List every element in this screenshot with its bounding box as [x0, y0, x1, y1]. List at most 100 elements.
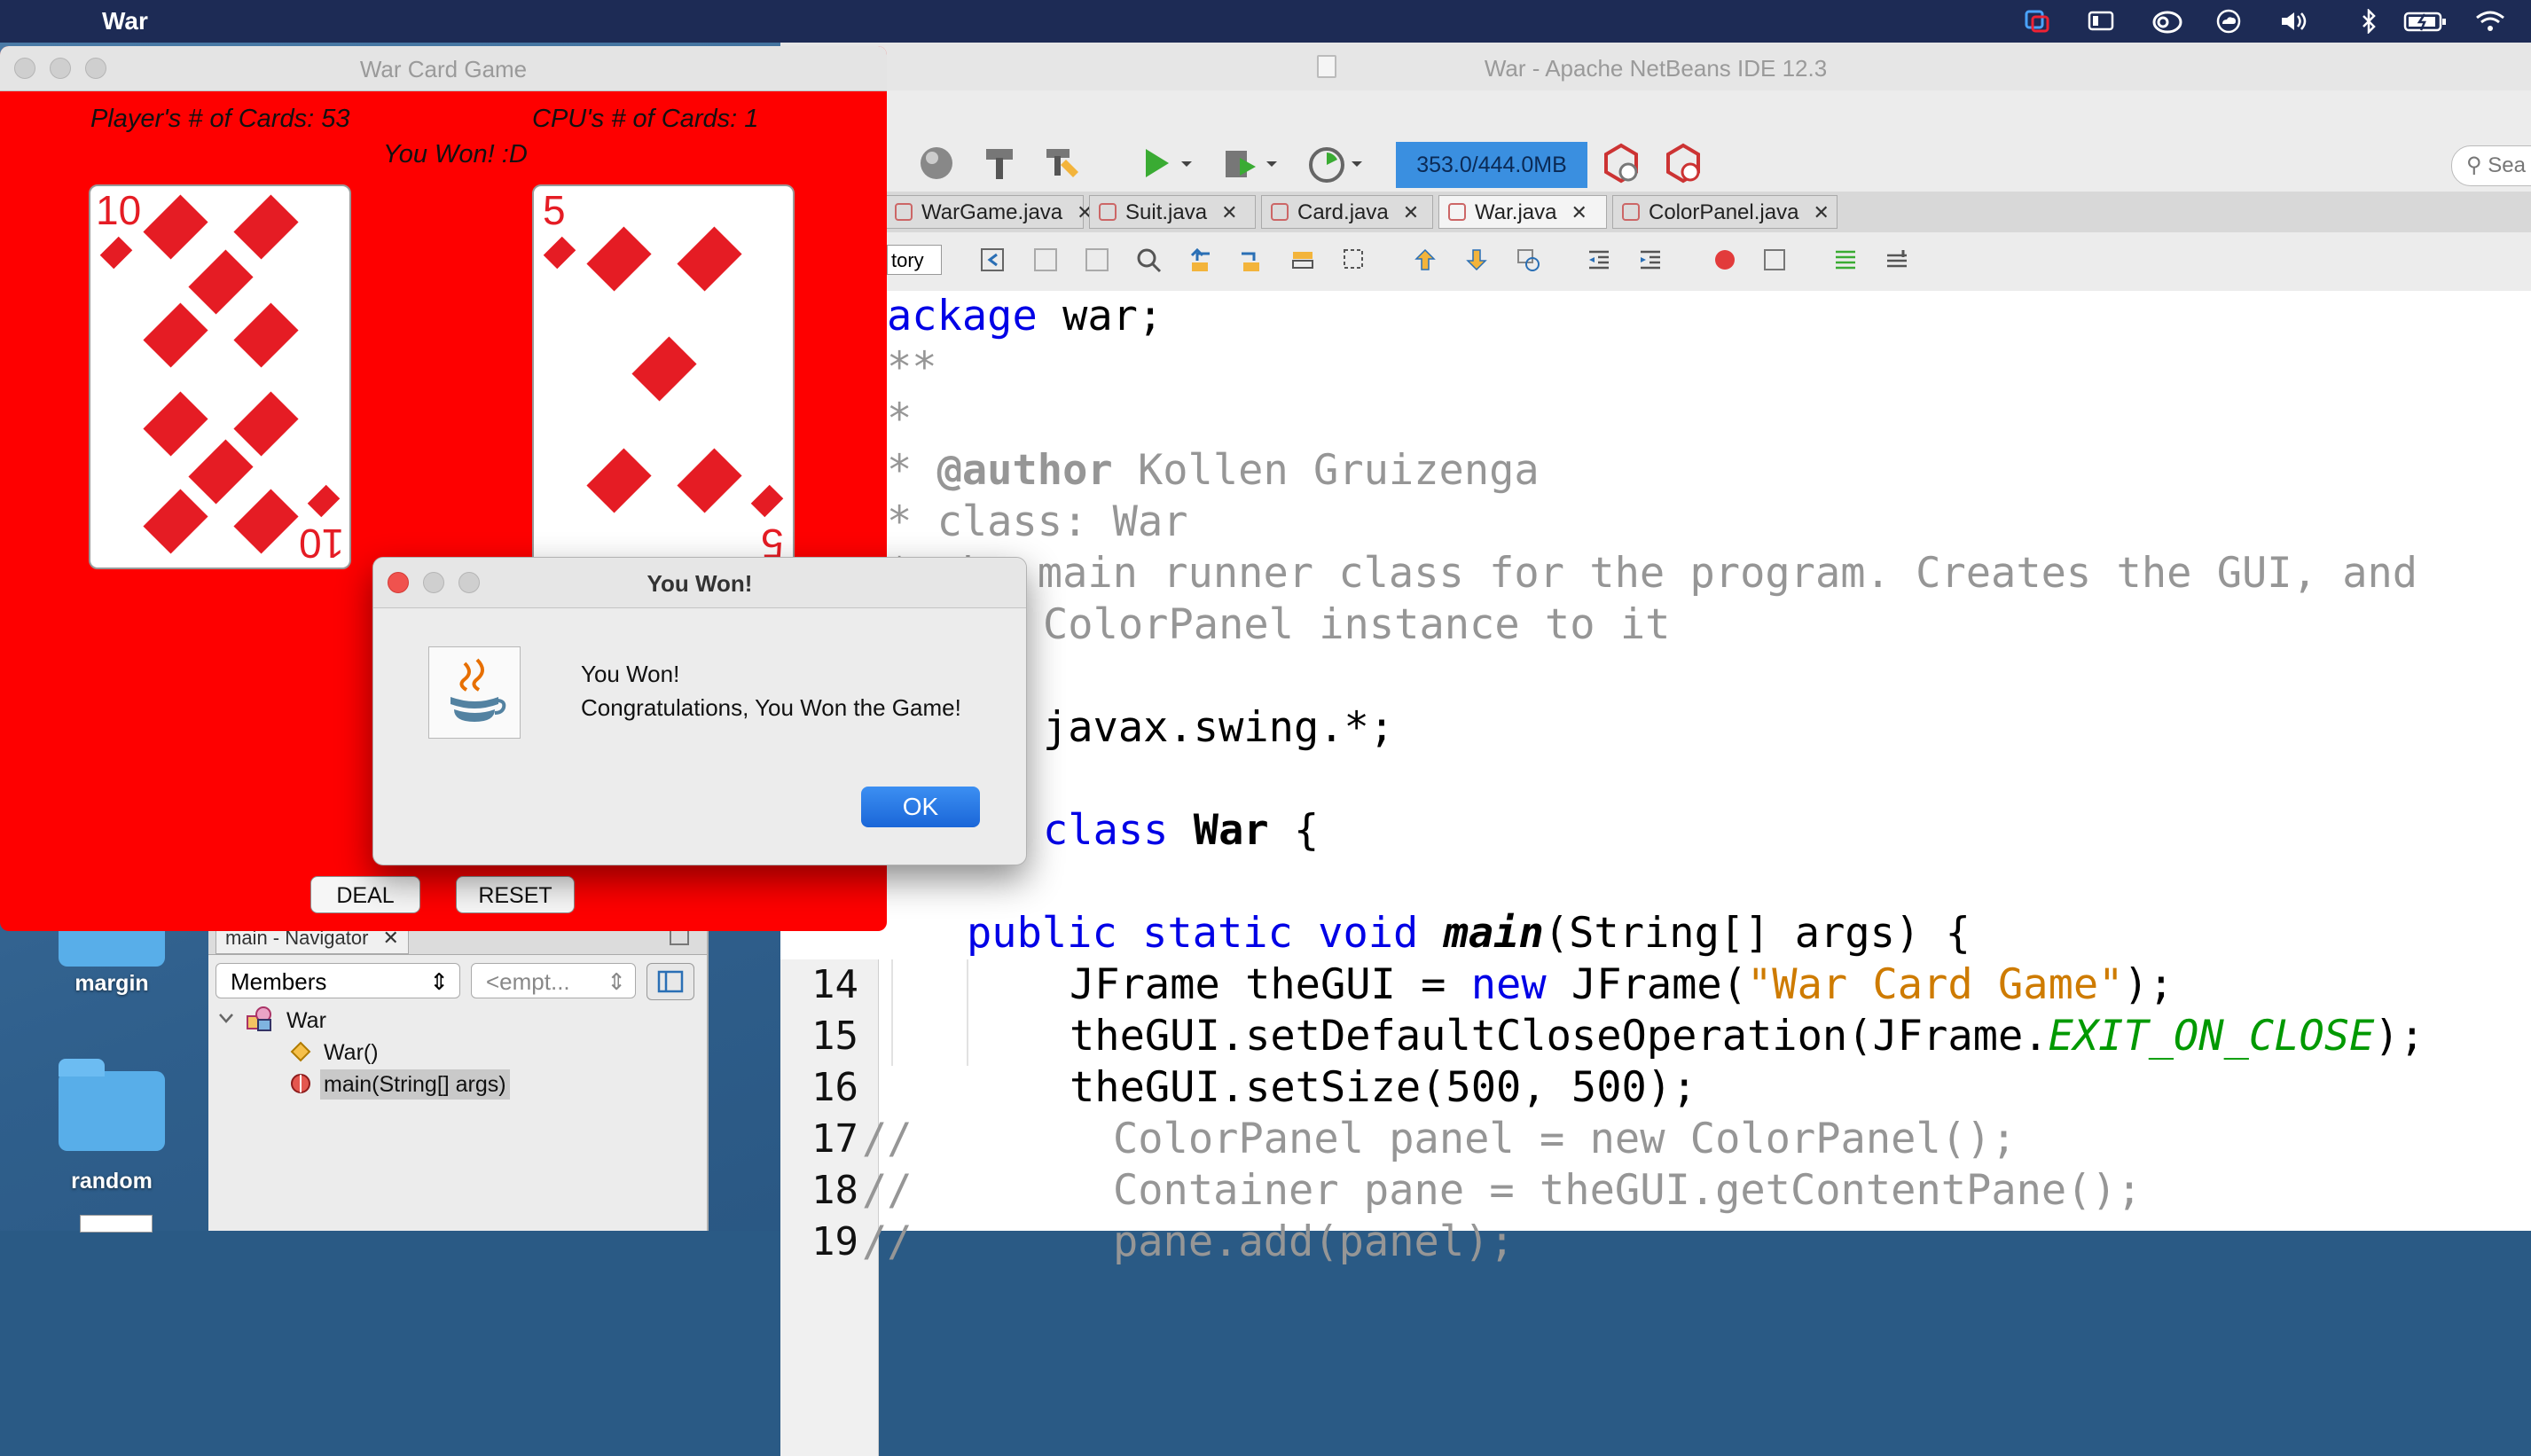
- close-icon[interactable]: ✕: [1813, 201, 1829, 223]
- class-icon: [246, 1006, 274, 1037]
- deal-button[interactable]: DEAL: [310, 876, 420, 913]
- find-icon[interactable]: [1135, 247, 1162, 273]
- code-line: **: [887, 343, 937, 392]
- diamond-pip-icon: [543, 236, 576, 270]
- game-result: You Won! :D: [383, 140, 528, 168]
- code-token: JFrame(: [1546, 960, 1748, 1009]
- tree-item-constructor[interactable]: War(): [324, 1037, 379, 1068]
- search-icon: ⚲: [2466, 153, 2488, 177]
- history-button[interactable]: tory: [887, 245, 942, 275]
- find-previous-icon[interactable]: [1187, 247, 1213, 273]
- diamond-pip-icon: [677, 448, 742, 513]
- toggle-highlight-icon[interactable]: [1289, 247, 1316, 273]
- chevron-down-icon[interactable]: [1178, 142, 1195, 184]
- line-number: 15: [811, 1014, 858, 1059]
- netbeans-titlebar: War - Apache NetBeans IDE 12.3: [780, 43, 2531, 91]
- next-bookmark-icon[interactable]: [1463, 247, 1490, 273]
- toggle-bookmark-icon[interactable]: [1515, 247, 1541, 273]
- tree-item-class[interactable]: War: [286, 1006, 326, 1036]
- prev-bookmark-icon[interactable]: [1412, 247, 1438, 273]
- tab-label: Card.java: [1297, 200, 1389, 224]
- diamond-pip-icon: [750, 484, 784, 518]
- teamviewer-icon[interactable]: [2024, 9, 2050, 34]
- folder-icon[interactable]: [59, 1059, 165, 1151]
- tab-wargame[interactable]: WarGame.java ✕: [885, 195, 1093, 229]
- profiler-snapshot-icon[interactable]: [1662, 142, 1704, 184]
- code-token: "War Card Game": [1747, 960, 2124, 1009]
- line-number: 17: [811, 1116, 858, 1162]
- reset-button[interactable]: RESET: [456, 876, 575, 913]
- rect-select-icon[interactable]: [1341, 247, 1367, 273]
- tree-item-method[interactable]: main(String[] args): [320, 1069, 510, 1100]
- folder-label[interactable]: random: [41, 1169, 183, 1194]
- search-input[interactable]: ⚲ Sea: [2451, 145, 2531, 186]
- menu-bar: War: [0, 0, 2531, 43]
- close-icon[interactable]: ✕: [1571, 201, 1587, 223]
- stop-macro-icon[interactable]: [1761, 247, 1788, 273]
- find-next-icon[interactable]: [1238, 247, 1265, 273]
- tree-expand-icon[interactable]: [217, 1009, 235, 1031]
- code-token: *: [887, 446, 937, 495]
- cloud-icon[interactable]: [2215, 9, 2242, 34]
- tab-label: Suit.java: [1125, 200, 1208, 224]
- diamond-pip-icon: [233, 302, 299, 368]
- wifi-icon[interactable]: [2474, 9, 2506, 34]
- ok-button[interactable]: OK: [861, 787, 980, 827]
- code-editor[interactable]: ackage war; ** * * @author Kollen Gruize…: [780, 291, 2531, 1456]
- code-line: class War {: [1043, 805, 1319, 857]
- java-file-icon: [1622, 203, 1640, 221]
- shift-right-icon[interactable]: [1637, 247, 1664, 273]
- filter-select[interactable]: <empt... ⇕: [471, 963, 636, 998]
- code-line: theGUI.setDefaultCloseOperation(JFrame.E…: [1070, 1011, 2425, 1062]
- battery-icon[interactable]: [2403, 9, 2448, 34]
- dialog-message-line2: Congratulations, You Won the Game!: [581, 694, 961, 721]
- file-thumbnail[interactable]: [80, 1215, 153, 1233]
- last-edit-icon[interactable]: [1084, 247, 1110, 273]
- close-icon[interactable]: ✕: [1221, 201, 1237, 223]
- indent-guide: [891, 959, 893, 1066]
- forward-icon[interactable]: [1032, 247, 1059, 273]
- dialog-message-line1: You Won!: [581, 661, 680, 687]
- tab-war[interactable]: War.java ✕: [1438, 195, 1607, 229]
- members-select[interactable]: Members ⇕: [215, 963, 460, 998]
- you-won-dialog: You Won! You Won! Congratulations, You W…: [372, 557, 1027, 865]
- code-token: class: [1043, 806, 1169, 855]
- build-hammer-icon[interactable]: [979, 142, 1022, 184]
- line-number: 16: [811, 1065, 858, 1110]
- card-rank: 5: [543, 187, 566, 233]
- app-menu-name[interactable]: War: [102, 7, 148, 35]
- run-icon[interactable]: [1135, 142, 1178, 184]
- folder-label[interactable]: margin: [41, 971, 183, 997]
- creative-cloud-icon[interactable]: [2152, 9, 2182, 34]
- clean-build-icon[interactable]: [1041, 142, 1084, 184]
- line-number: 19: [811, 1219, 858, 1264]
- display-icon[interactable]: [2088, 9, 2114, 34]
- card-rank: 10: [96, 187, 142, 233]
- profile-icon[interactable]: [1305, 142, 1348, 184]
- comment-icon[interactable]: [1832, 247, 1859, 273]
- shift-left-icon[interactable]: [1586, 247, 1612, 273]
- java-file-icon: [895, 203, 913, 221]
- code-token: @author: [936, 446, 1113, 495]
- record-macro-icon[interactable]: [1712, 247, 1738, 273]
- bluetooth-icon[interactable]: [2355, 7, 2382, 35]
- close-icon[interactable]: ✕: [1403, 201, 1419, 223]
- chevron-down-icon[interactable]: [1263, 142, 1281, 184]
- tab-suit[interactable]: Suit.java ✕: [1089, 195, 1256, 229]
- tab-colorpanel[interactable]: ColorPanel.java ✕: [1612, 195, 1838, 229]
- code-line: // pane.add(panel);: [862, 1217, 1515, 1266]
- browser-icon[interactable]: [917, 142, 960, 184]
- debug-icon[interactable]: [1220, 142, 1263, 184]
- method-icon: [290, 1073, 311, 1099]
- memory-usage-bar[interactable]: 353.0/444.0MB: [1396, 142, 1587, 188]
- code-token: main: [1443, 909, 1544, 958]
- chevron-down-icon[interactable]: [1348, 142, 1366, 184]
- cpu-card-count: CPU's # of Cards: 1: [532, 105, 759, 133]
- back-icon[interactable]: [979, 247, 1006, 273]
- uncomment-icon[interactable]: [1884, 247, 1910, 273]
- code-token: theGUI.setDefaultCloseOperation(JFrame.: [1070, 1012, 2049, 1061]
- tab-card[interactable]: Card.java ✕: [1261, 195, 1433, 229]
- gc-icon[interactable]: [1600, 142, 1642, 184]
- navigator-options-icon[interactable]: [646, 963, 694, 1000]
- volume-icon[interactable]: [2279, 9, 2307, 34]
